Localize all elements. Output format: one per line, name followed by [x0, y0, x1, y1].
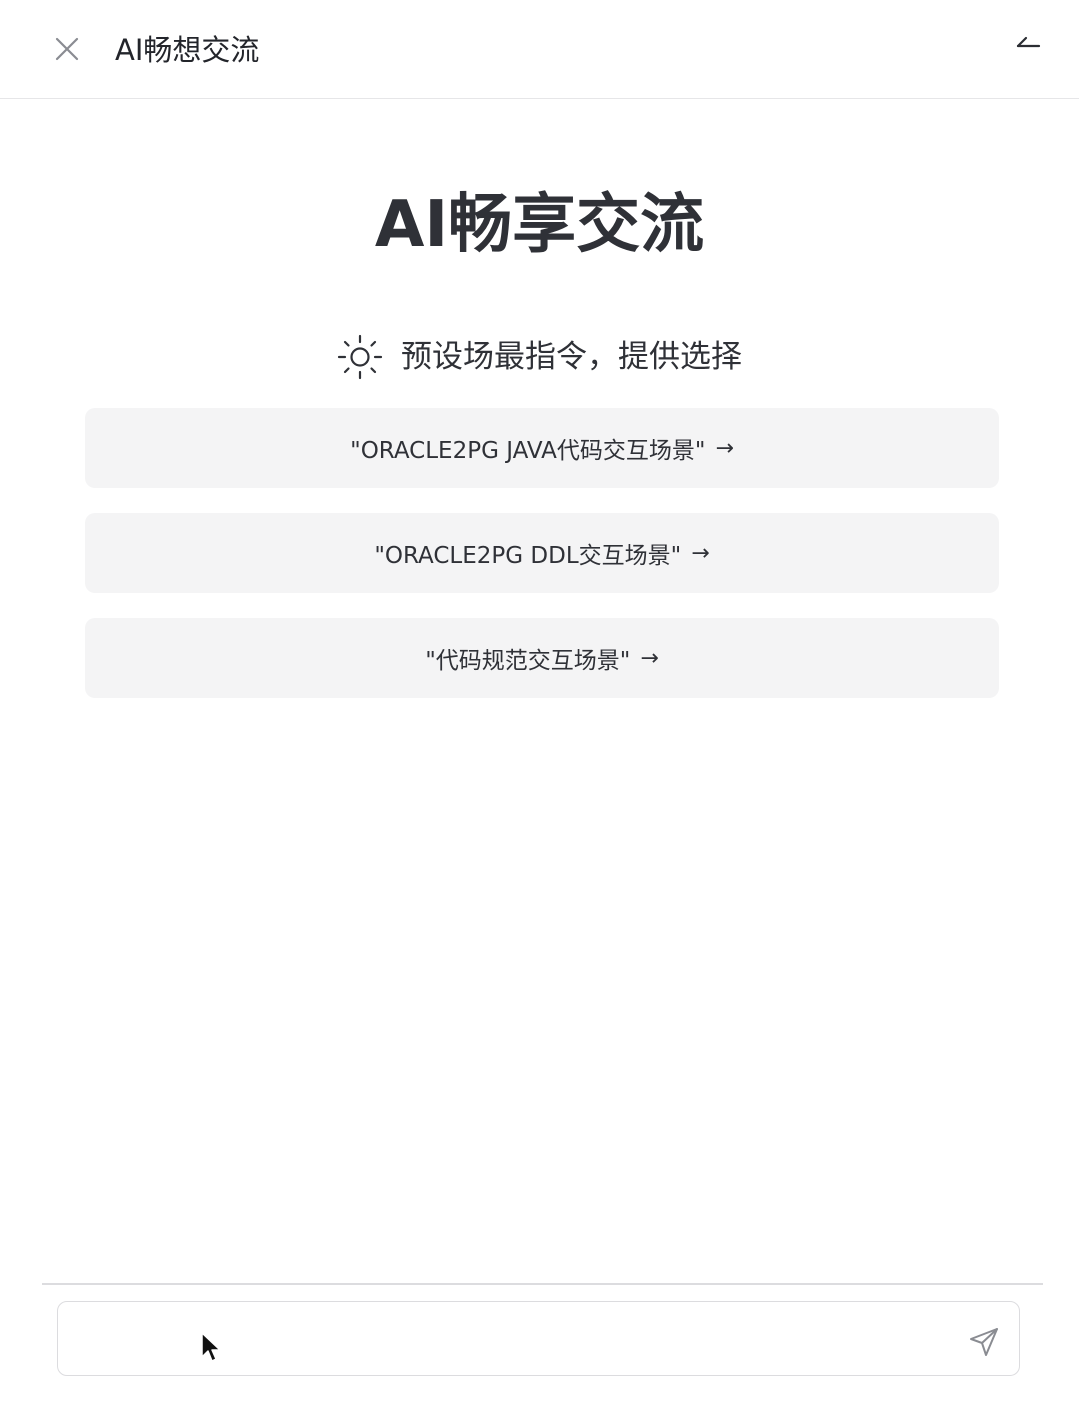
- arrow-right-icon: →: [640, 645, 659, 671]
- hero-title: AI畅享交流: [374, 188, 705, 262]
- send-button[interactable]: [966, 1324, 1002, 1360]
- minimize-icon: [1016, 36, 1041, 48]
- header-bar: AI畅想交流: [0, 0, 1079, 99]
- prompt-card-oracle2pg-java[interactable]: "ORACLE2PG JAVA代码交互场景" →: [85, 408, 999, 488]
- header-title: AI畅想交流: [115, 33, 260, 67]
- prompt-card-code-standard[interactable]: "代码规范交互场景" →: [85, 618, 999, 698]
- sun-icon: [337, 334, 383, 380]
- input-divider: [42, 1283, 1043, 1285]
- prompt-card-oracle2pg-ddl[interactable]: "ORACLE2PG DDL交互场景" →: [85, 513, 999, 593]
- arrow-right-icon: →: [715, 435, 734, 461]
- minimize-button[interactable]: [1010, 30, 1044, 54]
- chat-panel: AI畅想交流 AI畅享交流 预设场最指令，提供选择 "ORACLE2PG JAV…: [0, 0, 1079, 1424]
- close-button[interactable]: [50, 32, 84, 66]
- prompt-card-label: "代码规范交互场景": [425, 648, 631, 674]
- subtitle-row: 预设场最指令，提供选择: [0, 334, 1079, 380]
- arrow-right-icon: →: [691, 540, 710, 566]
- mouse-cursor-icon: [201, 1332, 221, 1362]
- subtitle-text: 预设场最指令，提供选择: [401, 339, 742, 375]
- close-icon: [55, 37, 79, 61]
- prompt-card-label: "ORACLE2PG JAVA代码交互场景": [350, 438, 706, 464]
- send-icon: [970, 1328, 998, 1356]
- prompt-card-label: "ORACLE2PG DDL交互场景": [374, 543, 682, 569]
